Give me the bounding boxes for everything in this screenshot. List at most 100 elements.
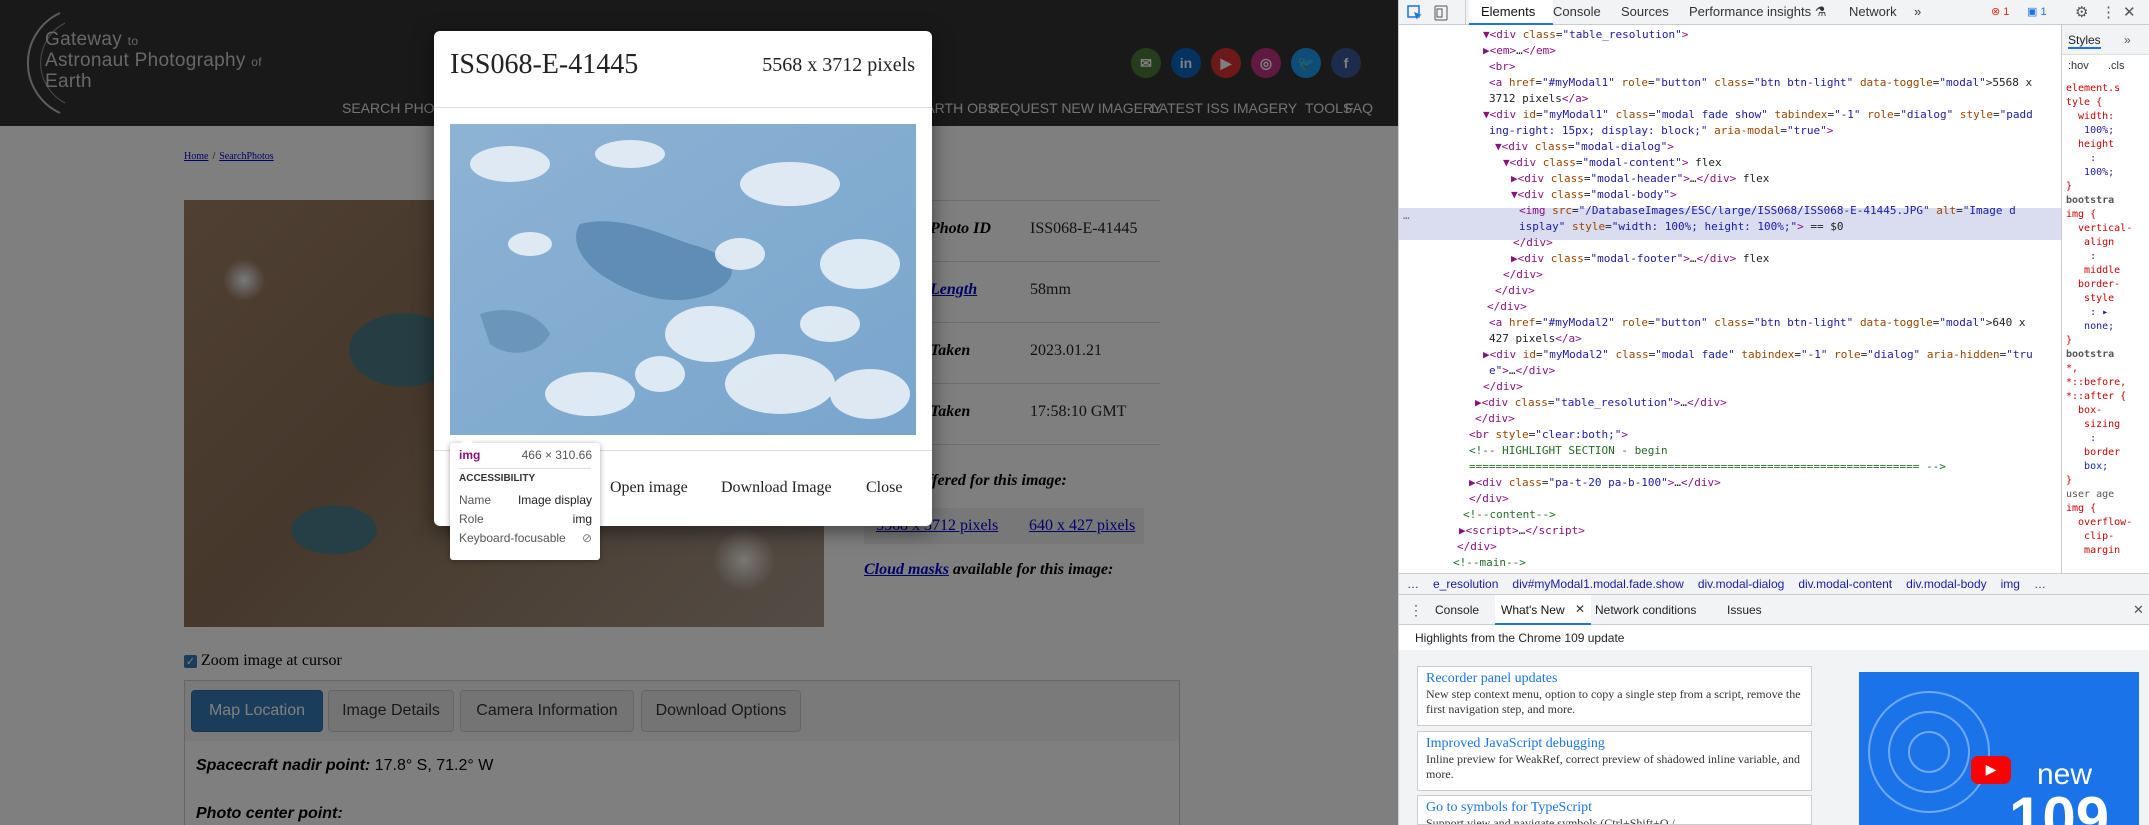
dom-node-line[interactable]: ing-right: 15px; display: block;" aria-m… [1489, 123, 1833, 139]
tooltip-key: Role [459, 512, 484, 526]
drawer-tab-console[interactable]: Console [1435, 603, 1479, 617]
class-toggle[interactable]: .cls [2108, 60, 2125, 72]
tab-console[interactable]: Console [1553, 4, 1601, 19]
dom-node-line[interactable]: ▶<em>…</em> [1483, 43, 1556, 59]
dom-breadcrumb-item[interactable]: … [2034, 577, 2046, 591]
style-rule-line: tyle { [2066, 97, 2103, 108]
dom-node-line[interactable]: e">…</div> [1489, 363, 1555, 379]
download-image-button[interactable]: Download Image [721, 479, 832, 497]
dom-node-line[interactable]: </div> [1513, 235, 1553, 251]
modal-title: ISS068-E-41445 [450, 49, 639, 80]
style-rule-line: overflow- [2066, 517, 2133, 528]
dom-breadcrumb-item[interactable]: img [2001, 577, 2020, 591]
style-rule-line: box- [2066, 405, 2103, 416]
dom-node-line[interactable]: ▶<div class="modal-header">…</div> flex [1511, 171, 1769, 187]
dom-node-line[interactable]: </div> [1483, 379, 1523, 395]
dom-node-line[interactable]: </div> [1487, 299, 1527, 315]
style-rule-line: element.s [2066, 83, 2121, 94]
whats-new-card[interactable]: Go to symbols for TypeScript Support vie… [1417, 795, 1812, 825]
dom-breadcrumb-item[interactable]: div.modal-dialog [1698, 577, 1785, 591]
dom-node-line[interactable]: ▶<script>…</script> [1459, 523, 1585, 539]
modal-header-divider [434, 107, 932, 108]
dom-node-line[interactable]: ▼<div class="modal-content"> flex [1503, 155, 1722, 171]
hover-state-toggle[interactable]: :hov [2068, 60, 2089, 72]
dom-tree[interactable]: … ▼<div class="table_resolution"> ▶<em>…<… [1399, 25, 2061, 593]
tab-elements[interactable]: Elements [1481, 4, 1535, 19]
kebab-menu-icon[interactable]: ⋮ [2101, 3, 2116, 21]
dom-node-line[interactable]: </div> [1503, 267, 1543, 283]
card-title[interactable]: Recorder panel updates [1426, 671, 1803, 687]
message-count: 1 [2040, 6, 2047, 18]
tab-performance-insights[interactable]: Performance insights ⚗ [1689, 4, 1826, 20]
dom-node-line[interactable]: </div> [1495, 283, 1535, 299]
style-rule-line: align [2066, 237, 2115, 248]
dom-node-line[interactable]: ▶<div class="table_resolution">…</div> [1475, 395, 1727, 411]
dom-node-line[interactable]: <a href="#myModal1" role="button" class=… [1489, 75, 2032, 91]
dom-node-line[interactable]: <br style="clear:both;"> [1469, 427, 1628, 443]
inspect-element-icon[interactable] [1407, 5, 1423, 21]
style-rule-line: none; [2066, 321, 2115, 332]
close-devtools-icon[interactable]: ✕ [2123, 3, 2136, 21]
dom-node-line[interactable]: <a href="#myModal2" role="button" class=… [1489, 315, 2026, 331]
more-styles-tabs-icon[interactable]: » [2124, 33, 2131, 47]
card-title[interactable]: Go to symbols for TypeScript [1426, 800, 1803, 816]
dom-breadcrumb-item[interactable]: … [1407, 577, 1419, 591]
dom-node-line[interactable]: 427 pixels</a> [1489, 331, 1582, 347]
dom-node-line[interactable]: </div> [1457, 539, 1497, 555]
dom-node-line[interactable]: ▶<div class="pa-t-20 pa-b-100">…</div> [1469, 475, 1721, 491]
webpage: Gateway to Astronaut Photography of Eart… [0, 0, 1398, 825]
dom-node-line[interactable]: <!--content--> [1463, 507, 1556, 523]
open-image-button[interactable]: Open image [610, 479, 688, 497]
whats-new-card[interactable]: Recorder panel updates New step context … [1417, 666, 1812, 726]
tab-sources[interactable]: Sources [1621, 4, 1669, 19]
error-badge[interactable]: ⊗ 1 [1991, 5, 2009, 18]
drawer-tab-network-conditions[interactable]: Network conditions [1595, 603, 1696, 617]
message-badge[interactable]: ▣ 1 [2027, 5, 2047, 18]
device-toolbar-icon[interactable] [1433, 5, 1449, 21]
dom-breadcrumb-item[interactable]: e_resolution [1433, 577, 1498, 591]
dom-breadcrumb-item[interactable]: div#myModal1.modal.fade.show [1512, 577, 1683, 591]
settings-gear-icon[interactable]: ⚙ [2075, 3, 2088, 21]
more-tabs-icon[interactable]: » [1914, 4, 1921, 19]
dom-node-line[interactable]: ▼<div class="table_resolution"> [1483, 27, 1688, 43]
drawer-menu-icon[interactable]: ⋮ [1409, 602, 1423, 619]
youtube-play-icon[interactable]: ▶ [1971, 756, 2011, 784]
toolbar-divider [1465, 0, 1466, 25]
drawer-tab-issues[interactable]: Issues [1727, 603, 1762, 617]
style-rule-line: : [2066, 433, 2097, 444]
whats-new-card[interactable]: Improved JavaScript debugging Inline pre… [1417, 731, 1812, 791]
dom-node-line[interactable]: ▶<div class="modal-footer">…</div> flex [1511, 251, 1769, 267]
dom-node-line[interactable]: ▼<div class="modal-body"> [1511, 187, 1677, 203]
style-rule-line: } [2066, 181, 2073, 192]
close-tab-icon[interactable]: ✕ [1575, 602, 1585, 616]
dom-node-line[interactable]: </div> [1475, 411, 1515, 427]
dom-node-line[interactable]: <img src="/DatabaseImages/ESC/large/ISS0… [1519, 203, 2016, 219]
style-rule-line: : ▸ [2066, 307, 2109, 318]
tab-network[interactable]: Network [1849, 4, 1897, 19]
style-rule-line: border- [2066, 279, 2121, 290]
release-video-thumbnail[interactable]: ▶ new 109 [1859, 672, 2139, 825]
tooltip-key: Name [459, 493, 492, 507]
drawer-tab-whats-new[interactable]: What's New [1501, 603, 1565, 617]
dom-node-line[interactable]: isplay" style="width: 100%; height: 100%… [1519, 219, 1844, 235]
style-rule-line: height [2066, 139, 2115, 150]
dom-node-line[interactable]: <!-- HIGHLIGHT SECTION - begin [1469, 443, 1668, 459]
card-desc: Inline preview for WeakRef, correct prev… [1426, 752, 1800, 781]
dom-node-line[interactable]: <br> [1489, 59, 1516, 75]
dom-node-line[interactable]: ▶<div id="myModal2" class="modal fade" t… [1483, 347, 2033, 363]
message-icon: ▣ [2027, 6, 2038, 18]
tab-styles[interactable]: Styles [2068, 33, 2101, 49]
dom-node-line[interactable]: </div> [1469, 491, 1509, 507]
close-drawer-icon[interactable]: ✕ [2133, 602, 2144, 618]
dom-node-line[interactable]: <!--main--> [1453, 555, 1526, 571]
not-focusable-icon: ⊘ [581, 531, 592, 545]
dom-node-line[interactable]: ▼<div class="modal-dialog"> [1495, 139, 1674, 155]
dom-node-line[interactable]: 3712 pixels</a> [1489, 91, 1588, 107]
node-ellipsis-icon[interactable]: … [1403, 208, 1410, 224]
dom-breadcrumb-item[interactable]: div.modal-content [1798, 577, 1892, 591]
card-title[interactable]: Improved JavaScript debugging [1426, 736, 1803, 752]
close-button[interactable]: Close [866, 479, 902, 497]
dom-node-line[interactable]: ▼<div id="myModal1" class="modal fade sh… [1483, 107, 2033, 123]
dom-breadcrumb-item[interactable]: div.modal-body [1906, 577, 1986, 591]
dom-node-line[interactable]: ========================================… [1469, 459, 1946, 475]
